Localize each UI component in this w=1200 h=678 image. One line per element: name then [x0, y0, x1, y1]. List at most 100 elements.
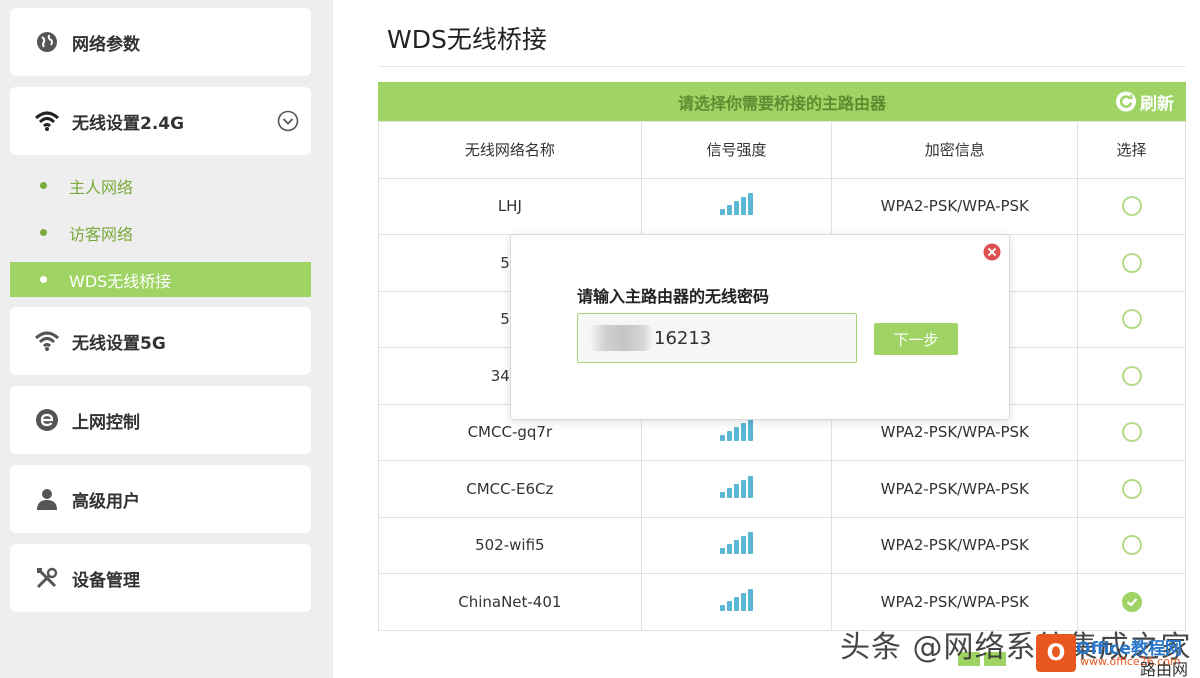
- signal-bar: [741, 197, 747, 216]
- sidebar: 网络参数 无线设置2.4G 主人网络 访客网络 WDS无线桥接 无线设置5G 上…: [0, 0, 333, 678]
- divider: [378, 66, 1186, 67]
- table-row[interactable]: 502-wifi5 WPA2-PSK/WPA-PSK: [378, 516, 1186, 574]
- dialog-label: 请输入主路由器的无线密码: [577, 287, 770, 306]
- tools-icon: [34, 565, 60, 591]
- signal-bar: [727, 431, 733, 442]
- sidebar-item-access-control[interactable]: 上网控制: [10, 386, 311, 454]
- submenu-item-wds-bridge[interactable]: WDS无线桥接: [10, 262, 311, 297]
- select-cell: [1077, 234, 1186, 292]
- signal-bar: [727, 487, 733, 498]
- check-icon: [1126, 598, 1137, 607]
- network-name: 502-wifi5: [378, 516, 642, 574]
- signal-bar: [720, 435, 726, 442]
- chevron-down-icon[interactable]: [277, 110, 299, 132]
- signal-bar: [748, 588, 754, 611]
- column-header: 选择: [1077, 121, 1186, 179]
- wifi-icon: [34, 328, 60, 354]
- bullet-icon: [40, 229, 47, 236]
- signal-strength-icon: [720, 532, 754, 555]
- submenu-item-host-network[interactable]: 主人网络: [10, 168, 311, 203]
- signal-bar: [748, 193, 754, 216]
- globe-icon: [34, 29, 60, 55]
- radio-icon[interactable]: [1121, 309, 1142, 330]
- refresh-icon: [1116, 91, 1136, 112]
- signal-bar: [720, 604, 726, 611]
- signal-strength-icon: [720, 588, 754, 611]
- logo-sub: 路由网: [1140, 660, 1189, 678]
- signal-bar: [741, 423, 747, 442]
- encryption-info: WPA2-PSK/WPA-PSK: [831, 460, 1079, 518]
- network-name: ChinaNet-401: [378, 573, 642, 631]
- signal-cell: [640, 177, 833, 235]
- signal-cell: [640, 460, 833, 518]
- network-name: LHJ: [378, 177, 642, 235]
- sidebar-item-label: 上网控制: [72, 412, 140, 433]
- user-icon: [34, 486, 60, 512]
- signal-bar: [734, 540, 740, 555]
- radio-icon[interactable]: [1121, 365, 1142, 386]
- table-row[interactable]: LHJ WPA2-PSK/WPA-PSK: [378, 177, 1186, 235]
- signal-strength-icon: [720, 193, 754, 216]
- table-row[interactable]: CMCC-E6Cz WPA2-PSK/WPA-PSK: [378, 460, 1186, 518]
- sidebar-item-label: 无线设置2.4G: [72, 113, 185, 134]
- signal-bar: [727, 600, 733, 611]
- sidebar-item-wireless-24g[interactable]: 无线设置2.4G: [10, 87, 311, 155]
- radio-icon[interactable]: [1121, 478, 1142, 499]
- encryption-info: WPA2-PSK/WPA-PSK: [831, 516, 1079, 574]
- password-dialog: 请输入主路由器的无线密码 16213 下一步: [510, 234, 1010, 420]
- signal-cell: [640, 516, 833, 574]
- select-cell: [1077, 177, 1186, 235]
- office-logo-icon: O: [1036, 634, 1076, 672]
- signal-bar: [741, 592, 747, 611]
- next-step-button[interactable]: 下一步: [874, 323, 958, 355]
- sidebar-item-device-management[interactable]: 设备管理: [10, 544, 311, 612]
- signal-bar: [748, 419, 754, 442]
- table-header-bar: 请选择你需要桥接的主路由器 刷新: [378, 82, 1186, 121]
- password-input[interactable]: 16213: [577, 313, 857, 363]
- submenu-label: 主人网络: [69, 177, 134, 197]
- radio-icon[interactable]: [1121, 252, 1142, 273]
- bullet-icon: [40, 182, 47, 189]
- select-cell: [1077, 460, 1186, 518]
- signal-strength-icon: [720, 419, 754, 442]
- signal-bar: [720, 491, 726, 498]
- column-header: 加密信息: [831, 121, 1079, 179]
- radio-checked-icon[interactable]: [1121, 591, 1142, 612]
- signal-bar: [741, 536, 747, 555]
- page-title: WDS无线桥接: [387, 25, 547, 54]
- signal-bar: [727, 205, 733, 216]
- radio-icon[interactable]: [1121, 422, 1142, 443]
- refresh-button[interactable]: 刷新: [1116, 89, 1174, 114]
- signal-cell: [640, 573, 833, 631]
- submenu-label: 访客网络: [69, 224, 134, 244]
- select-cell: [1077, 403, 1186, 461]
- sidebar-item-advanced-user[interactable]: 高级用户: [10, 465, 311, 533]
- wifi-icon: [34, 108, 60, 134]
- password-value: 16213: [654, 327, 712, 349]
- blurred-region: [590, 325, 652, 351]
- sidebar-item-network-params[interactable]: 网络参数: [10, 8, 311, 76]
- sidebar-item-label: 设备管理: [72, 570, 140, 591]
- close-icon[interactable]: [983, 243, 1001, 261]
- column-header: 无线网络名称: [378, 121, 642, 179]
- network-name: CMCC-E6Cz: [378, 460, 642, 518]
- signal-bar: [720, 209, 726, 216]
- sidebar-item-label: 网络参数: [72, 34, 140, 55]
- sidebar-item-wireless-5g[interactable]: 无线设置5G: [10, 307, 311, 375]
- e-icon: [34, 407, 60, 433]
- submenu-item-guest-network[interactable]: 访客网络: [10, 215, 311, 250]
- signal-bar: [741, 479, 747, 498]
- signal-bar: [734, 596, 740, 611]
- header-bar-text: 请选择你需要桥接的主路由器: [677, 93, 886, 113]
- encryption-info: WPA2-PSK/WPA-PSK: [831, 177, 1079, 235]
- signal-bar: [727, 544, 733, 555]
- radio-icon[interactable]: [1121, 196, 1142, 217]
- signal-bar: [734, 201, 740, 216]
- select-cell: [1077, 347, 1186, 405]
- signal-bar: [748, 475, 754, 498]
- signal-bar: [734, 483, 740, 498]
- signal-bar: [720, 548, 726, 555]
- signal-strength-icon: [720, 475, 754, 498]
- select-cell: [1077, 290, 1186, 348]
- radio-icon[interactable]: [1121, 535, 1142, 556]
